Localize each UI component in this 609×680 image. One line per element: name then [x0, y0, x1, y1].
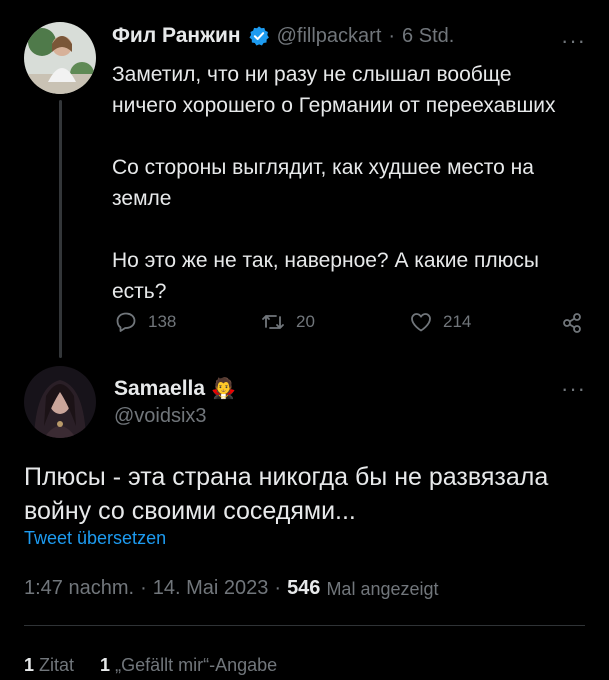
avatar-voidsix3[interactable] — [24, 366, 96, 438]
retweet-count: 20 — [296, 312, 315, 331]
heart-icon — [409, 310, 433, 334]
separator-dot: · — [388, 24, 396, 47]
reply-header: Samaella 🧛 — [114, 376, 236, 401]
thread-line — [59, 100, 62, 358]
reply-more-options-icon[interactable]: ··· — [561, 378, 586, 400]
likes-label: „Gefällt mir“-Angabe — [115, 655, 278, 675]
retweet-icon — [260, 310, 286, 334]
quotes-count: 1 — [24, 655, 35, 675]
reply-time[interactable]: 1:47 nachm. — [24, 577, 134, 600]
tweet1-header: Фил Ранжин @fillpackart · 6 Std. — [112, 24, 454, 48]
vampire-emoji-icon: 🧛 — [211, 378, 236, 400]
avatar-fillpackart[interactable] — [24, 22, 96, 94]
reply-count: 138 — [148, 312, 177, 331]
verified-badge-icon — [248, 25, 270, 47]
reply-icon — [114, 310, 138, 334]
views-count: 546 — [287, 577, 321, 599]
tweet-time[interactable]: 6 Std. — [402, 25, 454, 48]
share-icon — [560, 311, 584, 335]
retweet-button[interactable]: 20 — [260, 310, 315, 334]
more-options-icon[interactable]: ··· — [561, 30, 586, 52]
likes-stat[interactable]: 1 „Gefällt mir“-Angabe — [100, 655, 277, 676]
quotes-label: Zitat — [39, 655, 75, 675]
translate-link[interactable]: Tweet übersetzen — [24, 528, 166, 549]
views-label: Mal angezeigt — [326, 579, 439, 599]
reply-author-handle[interactable]: @voidsix3 — [114, 405, 207, 428]
like-button[interactable]: 214 — [409, 310, 471, 334]
quotes-stat[interactable]: 1 Zitat — [24, 655, 74, 676]
author-name[interactable]: Фил Ранжин — [112, 24, 241, 48]
reply-text: Плюсы - эта страна никогда бы не развяза… — [24, 463, 549, 525]
reply-button[interactable]: 138 — [114, 310, 176, 334]
reply-author-name[interactable]: Samaella — [114, 377, 205, 401]
meta-separator: · — [274, 577, 282, 599]
author-handle[interactable]: @fillpackart — [277, 25, 382, 48]
share-button[interactable] — [560, 311, 584, 335]
engagement-stats: 1 Zitat 1 „Gefällt mir“-Angabe — [24, 655, 277, 676]
meta-separator: · — [140, 577, 147, 599]
reply-meta: 1:47 nachm. · 14. Mai 2023 · 546 Mal ang… — [24, 577, 439, 600]
reply-date[interactable]: 14. Mai 2023 — [153, 577, 269, 600]
divider — [24, 625, 585, 626]
like-count: 214 — [443, 312, 472, 331]
tweet1-text: Заметил, что ни разу не слышал вообще ни… — [112, 63, 556, 303]
likes-count: 1 — [100, 655, 111, 675]
